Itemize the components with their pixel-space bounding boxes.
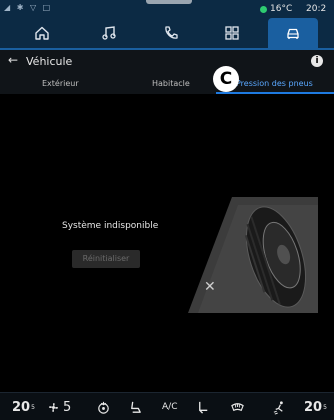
recirculation-icon	[98, 401, 109, 414]
header: ← Véhicule i	[0, 50, 334, 74]
music-icon	[102, 26, 116, 40]
nav-phone[interactable]	[146, 18, 196, 48]
tab-exterieur[interactable]: Extérieur	[42, 79, 79, 88]
status-bar: ◢ ✱ ▽ □ 16°C 20:2	[0, 0, 334, 18]
phone-icon	[165, 26, 178, 39]
car-icon	[287, 28, 299, 39]
apps-icon	[225, 26, 239, 40]
temperature-indicator-icon	[260, 6, 267, 13]
status-icons: ◢ ✱ ▽ □	[4, 3, 53, 12]
callout-marker: C	[213, 66, 239, 92]
airflow-button[interactable]	[272, 393, 287, 420]
climate-bar: 20 5 5 A/C 20 5	[0, 392, 334, 420]
clock: 20:2	[306, 4, 327, 14]
defrost-icon	[231, 402, 244, 411]
ac-button[interactable]: A/C	[162, 393, 177, 420]
seat-icon-right	[199, 401, 208, 414]
nav-home[interactable]	[17, 18, 67, 48]
main-nav	[0, 18, 334, 48]
sub-tabs: Extérieur Habitacle Pression des pneus	[0, 74, 334, 94]
active-tab-underline	[216, 92, 334, 94]
fan-icon	[48, 402, 59, 412]
screen: ◢ ✱ ▽ □ 16°C 20:2 ← Véhicule i Extérieur…	[0, 0, 334, 420]
back-button[interactable]: ←	[8, 53, 18, 67]
info-icon[interactable]: i	[311, 55, 323, 67]
tab-habitacle[interactable]: Habitacle	[152, 79, 190, 88]
right-temperature-decimal: 5	[323, 403, 327, 411]
left-temperature-control[interactable]: 20 5	[12, 393, 35, 420]
windshield-defrost-button[interactable]	[230, 393, 245, 420]
tire-illustration	[188, 197, 318, 313]
recirculation-button[interactable]	[96, 393, 111, 420]
reset-button[interactable]: Réinitialiser	[72, 250, 140, 268]
fan-speed-control[interactable]: 5	[46, 393, 71, 420]
fan-level: 5	[63, 399, 72, 415]
left-temperature-decimal: 5	[31, 403, 35, 411]
right-temperature: 20	[304, 399, 323, 415]
seat-heat-button[interactable]	[128, 393, 143, 420]
home-icon	[35, 26, 49, 40]
nav-vehicle[interactable]	[268, 18, 318, 48]
close-icon[interactable]: ✕	[204, 279, 216, 295]
right-temperature-control[interactable]: 20 5	[304, 393, 327, 420]
seat-icon	[131, 401, 141, 413]
page-title: Véhicule	[26, 55, 73, 68]
outside-temperature: 16°C	[270, 4, 293, 14]
nav-apps[interactable]	[207, 18, 257, 48]
ac-label: A/C	[162, 402, 178, 412]
tab-pression-des-pneus[interactable]: Pression des pneus	[236, 79, 313, 88]
status-message: Système indisponible	[62, 221, 159, 231]
airflow-icon	[273, 400, 283, 415]
nav-music[interactable]	[84, 18, 134, 48]
left-temperature: 20	[12, 399, 31, 415]
notification-handle[interactable]	[146, 0, 192, 4]
seat-right-button[interactable]	[196, 393, 211, 420]
